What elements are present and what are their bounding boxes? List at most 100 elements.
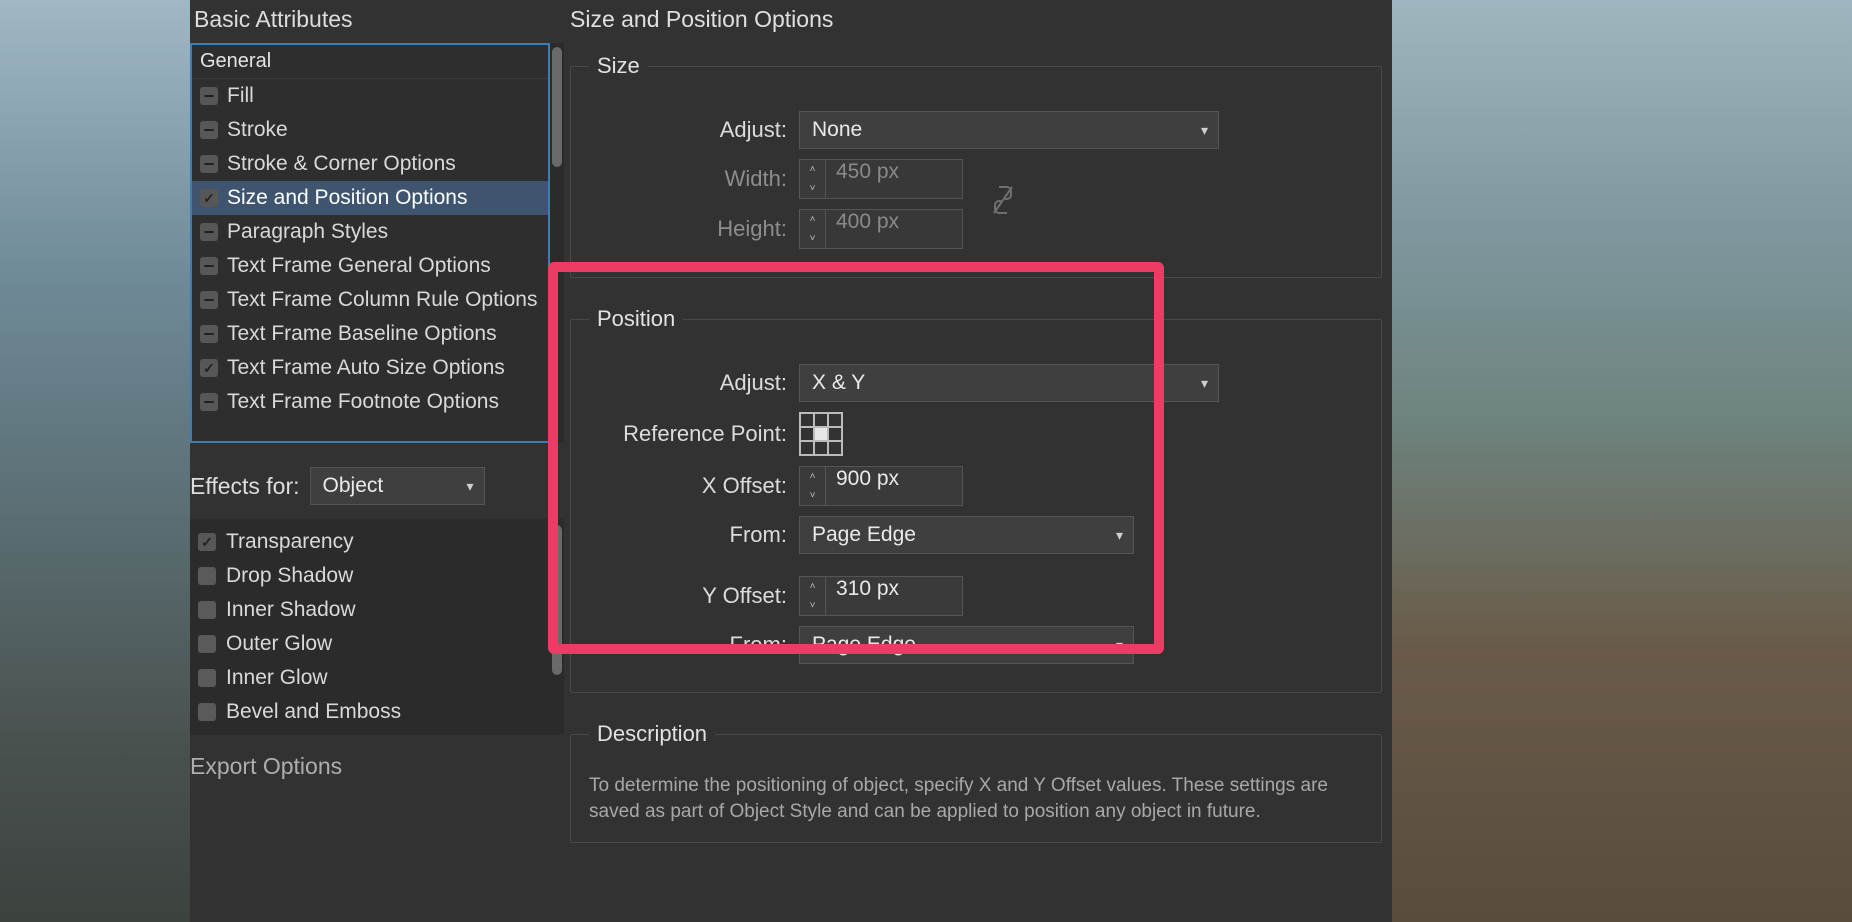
description-legend: Description: [589, 721, 715, 747]
sidebar-item-paragraph-styles[interactable]: Paragraph Styles: [192, 215, 548, 249]
checkbox-mixed-icon[interactable]: [200, 257, 218, 275]
ref-point-tl[interactable]: [800, 413, 814, 427]
sidebar-item-size-position[interactable]: Size and Position Options: [192, 181, 548, 215]
position-legend: Position: [589, 306, 683, 332]
size-adjust-select[interactable]: None ▾: [799, 111, 1219, 149]
checkbox-off-icon[interactable]: [198, 669, 216, 687]
width-stepper: ˄˅ 450 px: [799, 159, 963, 199]
sidebar-item-label: Text Frame Footnote Options: [227, 390, 499, 414]
checkbox-on-icon[interactable]: [200, 189, 218, 207]
sidebar-item-fill[interactable]: Fill: [192, 79, 548, 113]
y-offset-stepper[interactable]: ˄˅ 310 px: [799, 576, 963, 616]
scrollbar-thumb[interactable]: [552, 525, 562, 675]
position-adjust-select[interactable]: X & Y ▾: [799, 364, 1219, 402]
effects-for-row: Effects for: Object ▾: [190, 463, 550, 519]
fx-item-label: Bevel and Emboss: [226, 700, 401, 724]
fx-item-label: Transparency: [226, 530, 354, 554]
fx-item-outer-glow[interactable]: Outer Glow: [190, 627, 550, 661]
y-from-select[interactable]: Page Edge ▾: [799, 626, 1134, 664]
checkbox-mixed-icon[interactable]: [200, 121, 218, 139]
sidebar-item-tf-baseline[interactable]: Text Frame Baseline Options: [192, 317, 548, 351]
chevron-up-icon[interactable]: ˄: [800, 467, 825, 486]
chevron-up-icon[interactable]: ˄: [800, 577, 825, 596]
sidebar-item-tf-footnote[interactable]: Text Frame Footnote Options: [192, 385, 548, 419]
sidebar-item-label: Paragraph Styles: [227, 220, 388, 244]
x-offset-stepper[interactable]: ˄˅ 900 px: [799, 466, 963, 506]
fx-item-inner-glow[interactable]: Inner Glow: [190, 661, 550, 695]
checkbox-on-icon[interactable]: [200, 359, 218, 377]
fx-item-label: Inner Glow: [226, 666, 328, 690]
x-offset-input[interactable]: 900 px: [825, 466, 963, 506]
ref-point-tc[interactable]: [814, 413, 828, 427]
stepper-buttons[interactable]: ˄˅: [799, 466, 825, 506]
checkbox-mixed-icon[interactable]: [200, 223, 218, 241]
left-column: Basic Attributes General Fill Stroke Str…: [190, 0, 550, 922]
ref-point-bl[interactable]: [800, 441, 814, 455]
sidebar-item-tf-column-rule[interactable]: Text Frame Column Rule Options: [192, 283, 548, 317]
fx-item-transparency[interactable]: Transparency: [190, 525, 550, 559]
sidebar-item-stroke[interactable]: Stroke: [192, 113, 548, 147]
checkbox-mixed-icon[interactable]: [200, 87, 218, 105]
scrollbar-thumb[interactable]: [552, 47, 562, 167]
sidebar-item-label: Text Frame General Options: [227, 254, 491, 278]
chevron-down-icon[interactable]: ˅: [800, 486, 825, 505]
y-from-label: From:: [589, 632, 799, 658]
effects-for-select[interactable]: Object ▾: [310, 467, 485, 505]
effects-for-label: Effects for:: [190, 473, 300, 500]
ref-point-ml[interactable]: [800, 427, 814, 441]
sidebar-item-label: Stroke & Corner Options: [227, 152, 456, 176]
ref-point-br[interactable]: [828, 441, 842, 455]
chevron-down-icon: ˅: [800, 179, 825, 198]
basic-attributes-list[interactable]: General Fill Stroke Stroke & Corner Opti…: [190, 43, 550, 443]
sidebar-item-tf-general[interactable]: Text Frame General Options: [192, 249, 548, 283]
checkbox-mixed-icon[interactable]: [200, 393, 218, 411]
y-from-value: Page Edge: [812, 633, 916, 657]
basic-attributes-list-wrap: General Fill Stroke Stroke & Corner Opti…: [190, 43, 550, 443]
y-offset-input[interactable]: 310 px: [825, 576, 963, 616]
ref-point-tr[interactable]: [828, 413, 842, 427]
fx-item-inner-shadow[interactable]: Inner Shadow: [190, 593, 550, 627]
checkbox-off-icon[interactable]: [198, 601, 216, 619]
size-adjust-label: Adjust:: [589, 117, 799, 143]
checkbox-off-icon[interactable]: [198, 567, 216, 585]
checkbox-mixed-icon[interactable]: [200, 155, 218, 173]
chevron-down-icon: ▾: [1201, 375, 1208, 392]
position-adjust-label: Adjust:: [589, 370, 799, 396]
attributes-scrollbar[interactable]: [550, 43, 564, 443]
checkbox-off-icon[interactable]: [198, 703, 216, 721]
sidebar-item-label: Text Frame Auto Size Options: [227, 356, 505, 380]
x-from-select[interactable]: Page Edge ▾: [799, 516, 1134, 554]
width-input: 450 px: [825, 159, 963, 199]
checkbox-off-icon[interactable]: [198, 635, 216, 653]
sidebar-item-stroke-corner[interactable]: Stroke & Corner Options: [192, 147, 548, 181]
fx-item-label: Drop Shadow: [226, 564, 353, 588]
reference-point-label: Reference Point:: [589, 421, 799, 447]
stepper-buttons: ˄˅: [799, 209, 825, 249]
fx-item-label: Inner Shadow: [226, 598, 356, 622]
reference-point-picker[interactable]: [799, 412, 843, 456]
sidebar-item-label: Size and Position Options: [227, 186, 467, 210]
chevron-down-icon: ▾: [1116, 527, 1123, 544]
sidebar-item-general[interactable]: General: [192, 45, 548, 79]
ref-point-mr[interactable]: [828, 427, 842, 441]
chevron-down-icon[interactable]: ˅: [800, 596, 825, 615]
x-from-label: From:: [589, 522, 799, 548]
fx-item-bevel-emboss[interactable]: Bevel and Emboss: [190, 695, 550, 729]
effects-scrollbar[interactable]: [550, 519, 564, 735]
ref-point-bc[interactable]: [814, 441, 828, 455]
ref-point-center[interactable]: [814, 427, 828, 441]
size-group: Size Adjust: None ▾ Width: ˄˅ 450 px: [570, 53, 1382, 278]
effects-list[interactable]: Transparency Drop Shadow Inner Shadow Ou…: [190, 519, 550, 735]
height-label: Height:: [589, 216, 799, 242]
stepper-buttons[interactable]: ˄˅: [799, 576, 825, 616]
fx-item-drop-shadow[interactable]: Drop Shadow: [190, 559, 550, 593]
desktop-background-left: [0, 0, 190, 922]
height-stepper: ˄˅ 400 px: [799, 209, 963, 249]
chain-link-icon: [992, 185, 1014, 215]
y-offset-label: Y Offset:: [589, 583, 799, 609]
size-legend: Size: [589, 53, 648, 79]
checkbox-on-icon[interactable]: [198, 533, 216, 551]
checkbox-mixed-icon[interactable]: [200, 291, 218, 309]
checkbox-mixed-icon[interactable]: [200, 325, 218, 343]
sidebar-item-tf-autosize[interactable]: Text Frame Auto Size Options: [192, 351, 548, 385]
